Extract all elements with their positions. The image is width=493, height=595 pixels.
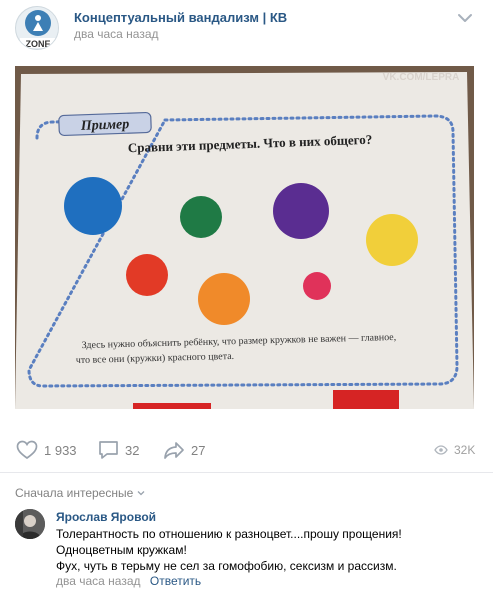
photo-circle <box>366 214 418 266</box>
user-photo-icon <box>15 509 45 539</box>
comment-sort-label: Сначала интересные <box>15 486 134 500</box>
channel-name-link[interactable]: Концептуальный вандализм | КВ <box>74 10 287 25</box>
photo-circle <box>273 183 329 239</box>
comment-line: Одноцветным кружкам! <box>56 543 187 557</box>
heart-icon <box>16 440 38 460</box>
photo-circle <box>303 272 331 300</box>
commenter-avatar[interactable] <box>15 509 45 539</box>
photo-tag-text: Пример <box>80 117 130 134</box>
comment-sort-toggle[interactable]: Сначала интересные <box>15 486 145 500</box>
comment-timestamp[interactable]: два часа назад <box>56 574 141 588</box>
comment-button[interactable]: 32 <box>98 437 139 463</box>
photo-circle <box>126 254 168 296</box>
share-count: 27 <box>191 442 206 458</box>
reply-button[interactable]: Ответить <box>150 574 201 588</box>
comment-count: 32 <box>125 442 140 458</box>
channel-avatar[interactable]: ZONE <box>15 6 59 50</box>
photo-watermark: VK.COM/LEPRA <box>383 72 460 83</box>
post-photo[interactable]: Пример Сравни эти предметы. Что в них об… <box>15 66 474 409</box>
photo-circle <box>180 196 222 238</box>
like-count: 1 933 <box>44 442 77 458</box>
comment-line: Толерантность по отношению к разноцвет..… <box>56 527 402 541</box>
zone-logo-icon: ZONE <box>16 7 58 49</box>
textbook-page-image: Пример Сравни эти предметы. Что в них об… <box>15 66 474 409</box>
like-button[interactable]: 1 933 <box>16 437 77 463</box>
divider <box>0 472 493 473</box>
post-header: ZONE Концептуальный вандализм | КВ два ч… <box>0 0 493 60</box>
comment-meta: два часа назад Ответить <box>56 574 201 588</box>
post-timestamp[interactable]: два часа назад <box>74 27 159 41</box>
comment-text: Толерантность по отношению к разноцвет..… <box>56 526 476 574</box>
comment-author-link[interactable]: Ярослав Яровой <box>56 510 156 524</box>
views-counter: 32K <box>434 437 475 463</box>
chevron-down-icon[interactable] <box>457 12 473 24</box>
avatar-logo-text: ZONE <box>25 39 50 49</box>
comment-line: Фух, чуть в терьму не сел за гомофобию, … <box>56 559 397 573</box>
photo-circle <box>64 177 122 235</box>
share-button[interactable]: 27 <box>163 437 205 463</box>
view-count: 32K <box>454 443 476 457</box>
share-arrow-icon <box>164 442 184 459</box>
eye-icon <box>434 445 448 455</box>
chevron-down-small-icon <box>137 491 145 496</box>
comment-icon <box>99 441 118 459</box>
photo-circle <box>198 273 250 325</box>
